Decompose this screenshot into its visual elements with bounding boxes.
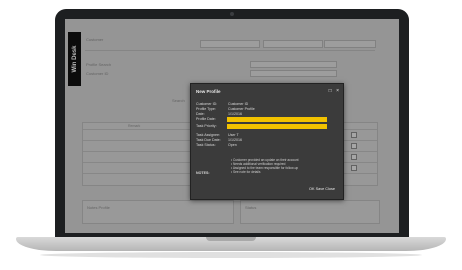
- task-priority-input[interactable]: [227, 124, 327, 129]
- modal-title: New Profile: [196, 89, 221, 94]
- laptop-base: [16, 237, 446, 251]
- laptop-notch: [206, 237, 256, 241]
- profile-date-input[interactable]: [227, 117, 327, 122]
- laptop-shadow: [40, 252, 422, 258]
- notes-line: • See note for details: [231, 170, 261, 174]
- date-label: Date:: [196, 112, 205, 116]
- task-due-date-label: Task Due Date:: [196, 138, 221, 142]
- task-due-date-value: 1/1/2016: [228, 138, 242, 142]
- save-close-button[interactable]: OK Save Close: [309, 187, 335, 191]
- customer-id-label: Customer ID:: [196, 102, 218, 106]
- task-assignee-value: User T: [228, 133, 239, 137]
- date-value: 1/1/2016: [228, 112, 242, 116]
- laptop-lid: Win Desk Customer Profile Search Custome…: [55, 9, 409, 237]
- maximize-icon[interactable]: □: [329, 88, 332, 94]
- product-photo: Win Desk Customer Profile Search Custome…: [0, 0, 462, 270]
- profile-date-label: Profile Date:: [196, 117, 216, 121]
- notes-text: • Customer provided an update on their a…: [231, 158, 331, 174]
- camera-icon: [230, 12, 234, 16]
- task-status-label: Task Status:: [196, 143, 216, 147]
- task-assignee-label: Task Assignee:: [196, 133, 220, 137]
- task-priority-label: Task Priority:: [196, 124, 217, 128]
- task-status-value: Open: [228, 143, 237, 147]
- app-screen: Win Desk Customer Profile Search Custome…: [65, 19, 399, 233]
- customer-id-value: Customer ID: [228, 102, 249, 106]
- profile-type-label: Profile Type:: [196, 107, 216, 111]
- modal-controls: □ ×: [326, 88, 339, 94]
- notes-label: NOTES:: [196, 171, 210, 175]
- new-profile-modal: New Profile □ × Customer ID: Customer ID…: [190, 83, 344, 200]
- profile-type-value: Customer Profile: [228, 107, 255, 111]
- close-icon[interactable]: ×: [336, 88, 339, 94]
